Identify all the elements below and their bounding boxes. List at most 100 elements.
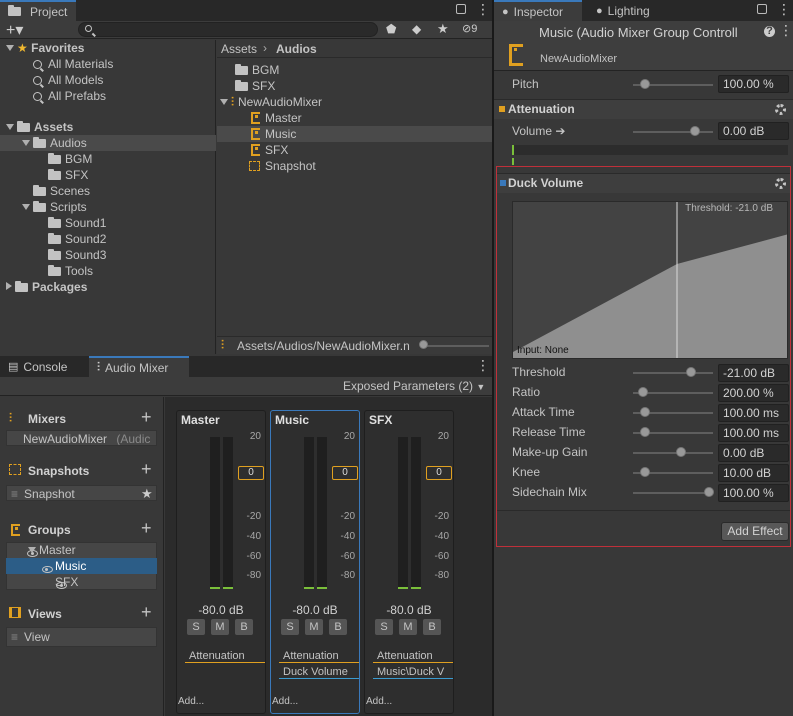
duck-param-slider-track[interactable] xyxy=(633,452,713,454)
mute-button[interactable]: M xyxy=(305,619,323,635)
menu-kebab-icon[interactable]: ⋮ xyxy=(777,1,791,18)
group-master[interactable]: Master xyxy=(28,542,76,558)
eye-icon[interactable] xyxy=(41,566,53,573)
volume-field[interactable]: 0.00 dB xyxy=(718,122,789,140)
duck-param-field[interactable]: 200.00 % xyxy=(718,384,789,402)
volume-slider-knob[interactable] xyxy=(690,126,700,136)
duck-param-field[interactable]: 10.00 dB xyxy=(718,464,789,482)
add-effect-link[interactable]: Add... xyxy=(178,696,204,707)
duck-param-field[interactable]: 100.00 ms xyxy=(718,424,789,442)
lock-icon[interactable] xyxy=(757,4,767,14)
tree-sound1[interactable]: Sound1 xyxy=(48,215,106,231)
file-group-sfx[interactable]: SFX xyxy=(251,142,288,158)
add-effect-link[interactable]: Add... xyxy=(366,696,392,707)
gear-icon[interactable] xyxy=(775,178,786,189)
menu-kebab-icon[interactable]: ⋮ xyxy=(779,22,793,39)
create-plus-icon[interactable]: +▾ xyxy=(6,20,23,40)
pitch-slider-knob[interactable] xyxy=(640,79,650,89)
volume-slider-track[interactable] xyxy=(633,131,713,133)
strip-effect-slot[interactable]: Attenuation xyxy=(279,649,359,663)
solo-button[interactable]: S xyxy=(281,619,299,635)
tree-tools[interactable]: Tools xyxy=(48,263,93,279)
tab-inspector[interactable]: ● Inspector xyxy=(494,0,582,21)
add-effect-link[interactable]: Add... xyxy=(272,696,298,707)
tree-all-materials[interactable]: All Materials xyxy=(33,56,113,72)
bypass-button[interactable]: B xyxy=(423,619,441,635)
solo-button[interactable]: S xyxy=(375,619,393,635)
add-group-button[interactable]: + xyxy=(141,519,152,537)
mute-button[interactable]: M xyxy=(399,619,417,635)
duck-param-slider-knob[interactable] xyxy=(637,387,648,397)
tree-bgm[interactable]: BGM xyxy=(48,151,92,167)
add-snapshot-button[interactable]: + xyxy=(141,460,152,478)
attenuation-fader[interactable]: 0 xyxy=(238,466,264,480)
file-group-music[interactable]: Music xyxy=(251,126,296,142)
duck-volume-graph[interactable]: Threshold: -21.0 dB Input: None xyxy=(512,201,788,359)
snapshot-list-item[interactable]: ≡ Snapshot xyxy=(6,485,157,501)
add-mixer-button[interactable]: + xyxy=(141,408,152,426)
duck-param-field[interactable]: 100.00 ms xyxy=(718,404,789,422)
file-sfx[interactable]: SFX xyxy=(235,78,275,94)
attenuation-header[interactable]: Attenuation xyxy=(494,99,793,119)
tab-project[interactable]: Project xyxy=(0,0,76,21)
tree-scenes[interactable]: Scenes xyxy=(33,183,90,199)
strip-effect-slot[interactable]: Attenuation xyxy=(185,649,265,663)
file-group-master[interactable]: Master xyxy=(251,110,302,126)
mixer-strip-sfx[interactable]: SFX 0 -80.0 dB S M B Add... 20 -20 -40 -60 -80 Atten… xyxy=(364,410,454,714)
tab-lighting[interactable]: ● Lighting xyxy=(588,0,678,21)
tree-scripts[interactable]: Scripts xyxy=(22,199,87,215)
solo-button[interactable]: S xyxy=(187,619,205,635)
bypass-button[interactable]: B xyxy=(235,619,253,635)
tree-favorites[interactable]: ★ Favorites xyxy=(6,40,84,56)
duck-volume-header[interactable]: Duck Volume xyxy=(497,173,790,193)
group-sfx[interactable]: SFX xyxy=(55,574,78,590)
mixer-list-item[interactable]: NewAudioMixer (Audic xyxy=(6,430,157,446)
duck-param-slider-knob[interactable] xyxy=(685,367,696,377)
tree-assets[interactable]: Assets xyxy=(6,119,73,135)
star-icon[interactable]: ★ xyxy=(141,486,153,502)
attenuation-fader[interactable]: 0 xyxy=(332,466,358,480)
add-view-button[interactable]: + xyxy=(141,603,152,621)
file-bgm[interactable]: BGM xyxy=(235,62,279,78)
add-effect-button[interactable]: Add Effect xyxy=(721,522,789,541)
file-snapshot[interactable]: Snapshot xyxy=(249,158,316,174)
strip-effect-slot[interactable]: Attenuation xyxy=(373,649,453,663)
label-tag-icon[interactable]: ◆ xyxy=(412,22,421,36)
gear-icon[interactable] xyxy=(775,104,786,115)
exposed-parameters-dropdown[interactable]: Exposed Parameters (2) ▼ xyxy=(338,377,490,396)
tree-all-prefabs[interactable]: All Prefabs xyxy=(33,88,106,104)
tree-sound2[interactable]: Sound2 xyxy=(48,231,106,247)
lock-icon[interactable] xyxy=(456,4,466,14)
strip-effect-slot[interactable]: Duck Volume xyxy=(279,665,359,679)
duck-param-slider-knob[interactable] xyxy=(676,447,686,457)
breadcrumb-assets[interactable]: Assets xyxy=(221,42,257,56)
strip-effect-slot[interactable]: Music\Duck V xyxy=(373,665,453,679)
menu-kebab-icon[interactable]: ⋮ xyxy=(476,1,490,18)
duck-param-slider-knob[interactable] xyxy=(640,427,650,437)
tree-packages[interactable]: Packages xyxy=(6,279,87,295)
mute-button[interactable]: M xyxy=(211,619,229,635)
menu-kebab-icon[interactable]: ⋮ xyxy=(476,357,490,374)
tab-audio-mixer[interactable]: ⫶ Audio Mixer xyxy=(89,356,189,377)
bypass-button[interactable]: B xyxy=(329,619,347,635)
mixer-strip-master[interactable]: Master 0 -80.0 dB S M B Add... 20 -20 -40 -60 -80 At… xyxy=(176,410,266,714)
tree-audios[interactable]: Audios xyxy=(22,135,87,151)
search-input[interactable] xyxy=(78,22,378,37)
zoom-slider-track[interactable] xyxy=(423,345,489,347)
filter-type-icon[interactable]: ⬟ xyxy=(386,22,396,36)
help-icon[interactable]: ? xyxy=(764,26,775,37)
duck-param-field[interactable]: -21.00 dB xyxy=(718,364,789,382)
view-list-item[interactable]: ≡ View xyxy=(6,627,157,647)
tree-sfx[interactable]: SFX xyxy=(48,167,88,183)
hidden-packages-toggle[interactable]: ⊘9 xyxy=(462,22,477,35)
duck-param-slider-track[interactable] xyxy=(633,492,713,494)
group-music[interactable]: Music xyxy=(55,558,86,574)
duck-param-slider-knob[interactable] xyxy=(704,487,714,497)
duck-param-field[interactable]: 100.00 % xyxy=(718,484,789,502)
duck-param-field[interactable]: 0.00 dB xyxy=(718,444,789,462)
duck-param-slider-knob[interactable] xyxy=(640,407,650,417)
breadcrumb-audios[interactable]: Audios xyxy=(276,42,317,56)
tree-sound3[interactable]: Sound3 xyxy=(48,247,106,263)
tree-all-models[interactable]: All Models xyxy=(33,72,103,88)
attenuation-fader[interactable]: 0 xyxy=(426,466,452,480)
